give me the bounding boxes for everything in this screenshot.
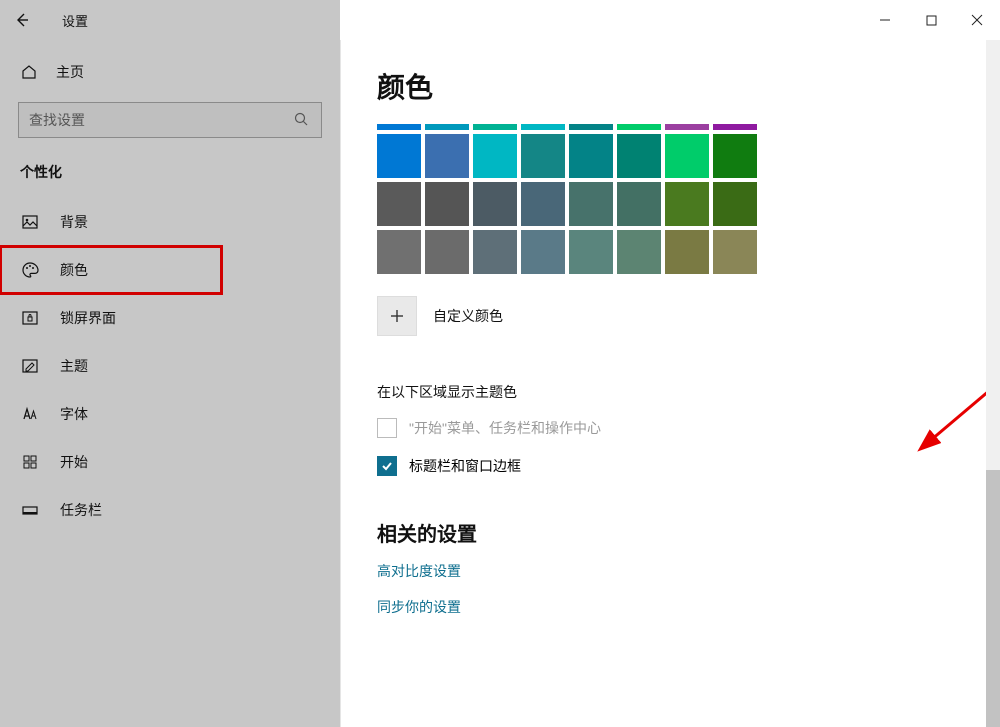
related-settings-title: 相关的设置	[377, 518, 964, 547]
sidebar-item-label: 开始	[60, 452, 88, 472]
font-icon	[20, 404, 40, 424]
sidebar-item-font[interactable]: 字体	[0, 390, 340, 438]
accent-swatch	[617, 124, 661, 130]
sidebar-section-label: 个性化	[0, 156, 340, 198]
accent-swatch	[713, 124, 757, 130]
sidebar-item-lock[interactable]: 锁屏界面	[0, 294, 340, 342]
sidebar-item-palette[interactable]: 颜色	[0, 246, 222, 294]
grid-icon	[20, 452, 40, 472]
color-swatch[interactable]	[713, 182, 757, 226]
checkbox-label: 标题栏和窗口边框	[409, 456, 521, 476]
sidebar-item-picture[interactable]: 背景	[0, 198, 340, 246]
color-swatch[interactable]	[377, 230, 421, 274]
checkbox	[377, 418, 397, 438]
color-swatch[interactable]	[569, 182, 613, 226]
sidebar-item-label: 字体	[60, 404, 88, 424]
accent-swatch	[425, 124, 469, 130]
accent-swatch	[377, 124, 421, 130]
color-swatch[interactable]	[521, 182, 565, 226]
minimize-button[interactable]	[862, 0, 908, 40]
custom-color-button[interactable]	[377, 296, 417, 336]
color-swatch[interactable]	[473, 182, 517, 226]
close-button[interactable]	[954, 0, 1000, 40]
color-swatch[interactable]	[425, 182, 469, 226]
sidebar-item-label: 锁屏界面	[60, 308, 116, 328]
accent-swatch	[473, 124, 517, 130]
color-swatch[interactable]	[665, 230, 709, 274]
color-swatch[interactable]	[665, 182, 709, 226]
sidebar: 主页 查找设置 个性化 背景颜色锁屏界面主题字体开始任务栏	[0, 40, 340, 727]
lock-icon	[20, 308, 40, 328]
sidebar-item-label: 任务栏	[60, 500, 102, 520]
home-icon	[20, 64, 38, 80]
sidebar-item-grid[interactable]: 开始	[0, 438, 340, 486]
color-swatch[interactable]	[665, 134, 709, 178]
checkbox-row[interactable]: 标题栏和窗口边框	[377, 456, 964, 476]
sidebar-item-taskbar[interactable]: 任务栏	[0, 486, 340, 534]
color-swatch[interactable]	[713, 134, 757, 178]
related-link[interactable]: 同步你的设置	[377, 597, 964, 617]
color-swatch[interactable]	[473, 230, 517, 274]
window-title: 设置	[62, 11, 88, 30]
color-swatch[interactable]	[617, 134, 661, 178]
taskbar-icon	[20, 500, 40, 520]
color-swatch[interactable]	[377, 134, 421, 178]
checkbox-label: "开始"菜单、任务栏和操作中心	[409, 418, 601, 438]
home-label: 主页	[56, 62, 84, 82]
titlebar: 设置	[0, 0, 1000, 40]
back-button[interactable]	[0, 0, 44, 40]
sidebar-item-label: 背景	[60, 212, 88, 232]
search-input[interactable]: 查找设置	[18, 102, 322, 138]
color-swatch[interactable]	[377, 182, 421, 226]
color-swatch[interactable]	[521, 230, 565, 274]
color-swatch[interactable]	[569, 134, 613, 178]
home-link[interactable]: 主页	[0, 54, 340, 96]
color-swatch[interactable]	[569, 230, 613, 274]
arrow-left-icon	[14, 12, 30, 28]
color-swatch[interactable]	[617, 182, 661, 226]
checkbox-row: "开始"菜单、任务栏和操作中心	[377, 418, 964, 438]
color-swatch[interactable]	[617, 230, 661, 274]
brush-icon	[20, 356, 40, 376]
maximize-button[interactable]	[908, 0, 954, 40]
picture-icon	[20, 212, 40, 232]
search-icon	[293, 111, 311, 129]
accent-swatch	[569, 124, 613, 130]
color-swatch[interactable]	[521, 134, 565, 178]
color-swatch[interactable]	[473, 134, 517, 178]
sidebar-item-label: 颜色	[60, 260, 88, 280]
checkbox[interactable]	[377, 456, 397, 476]
palette-icon	[20, 260, 40, 280]
window-controls	[862, 0, 1000, 40]
color-swatch[interactable]	[425, 230, 469, 274]
main-content: 颜色 自定义颜色 在以下区域显示主题色 "开始"菜单、任务栏和操作中心标题栏和窗…	[340, 40, 1000, 727]
sidebar-item-label: 主题	[60, 356, 88, 376]
plus-icon	[389, 308, 405, 324]
accent-section-title: 在以下区域显示主题色	[377, 382, 964, 402]
accent-swatch	[665, 124, 709, 130]
color-swatch[interactable]	[425, 134, 469, 178]
scrollbar-thumb[interactable]	[986, 470, 1000, 727]
sidebar-item-brush[interactable]: 主题	[0, 342, 340, 390]
page-title: 颜色	[377, 66, 964, 106]
related-link[interactable]: 高对比度设置	[377, 561, 964, 581]
color-palette	[377, 124, 964, 274]
custom-color-label: 自定义颜色	[433, 306, 503, 326]
accent-swatch	[521, 124, 565, 130]
search-placeholder: 查找设置	[29, 110, 293, 130]
color-swatch[interactable]	[713, 230, 757, 274]
